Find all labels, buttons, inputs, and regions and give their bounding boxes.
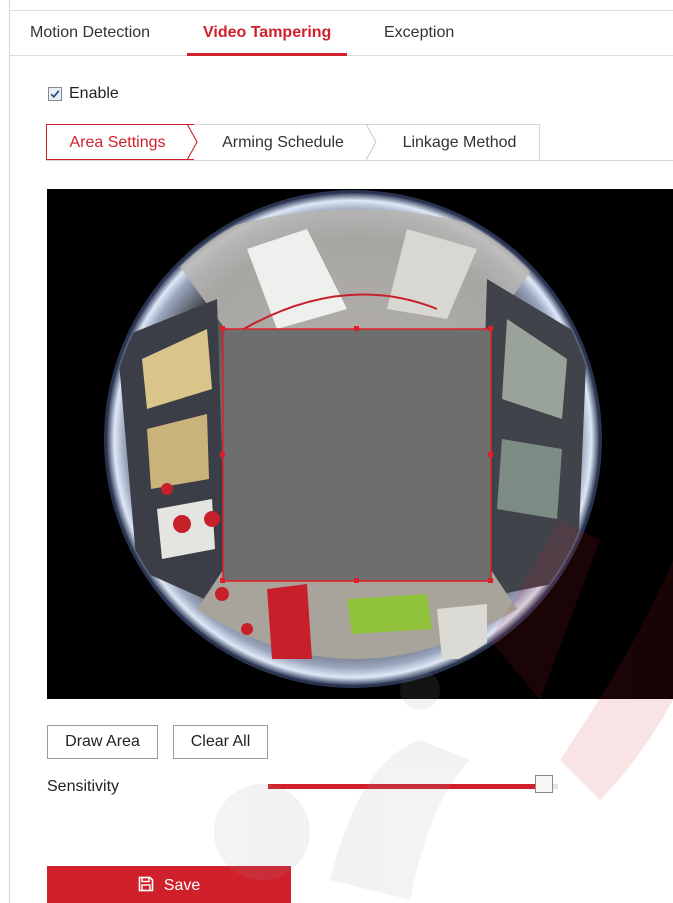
top-tab-bar: Motion Detection Video Tampering Excepti…	[10, 11, 673, 56]
checkmark-icon	[50, 90, 60, 99]
tab-video-tampering[interactable]: Video Tampering	[186, 11, 348, 56]
save-button[interactable]: Save	[47, 866, 291, 903]
tab-motion-detection[interactable]: Motion Detection	[30, 11, 150, 55]
tab-area-settings[interactable]: Area Settings	[46, 124, 194, 160]
tab-arming-schedule[interactable]: Arming Schedule	[194, 124, 372, 160]
save-icon	[138, 876, 154, 892]
tab-exception[interactable]: Exception	[384, 11, 454, 55]
sensitivity-slider-fill	[268, 784, 537, 789]
sensitivity-label: Sensitivity	[47, 778, 120, 795]
tab-linkage-method[interactable]: Linkage Method	[372, 124, 540, 160]
video-preview[interactable]	[47, 189, 673, 699]
enable-checkbox-row[interactable]: Enable	[48, 84, 119, 104]
enable-checkbox[interactable]	[48, 87, 62, 101]
sensitivity-slider[interactable]	[268, 775, 558, 793]
detection-area[interactable]	[222, 328, 492, 582]
fisheye-camera-view	[104, 190, 602, 688]
enable-label: Enable	[69, 85, 119, 102]
save-button-label: Save	[163, 877, 201, 894]
sensitivity-slider-handle[interactable]	[535, 775, 553, 793]
sub-tab-bar: Area Settings Arming Schedule Linkage Me…	[46, 124, 673, 161]
draw-area-button[interactable]: Draw Area	[47, 725, 158, 759]
panel-border	[9, 0, 10, 903]
clear-all-button[interactable]: Clear All	[173, 725, 268, 759]
video-tampering-page: Motion Detection Video Tampering Excepti…	[0, 0, 673, 903]
